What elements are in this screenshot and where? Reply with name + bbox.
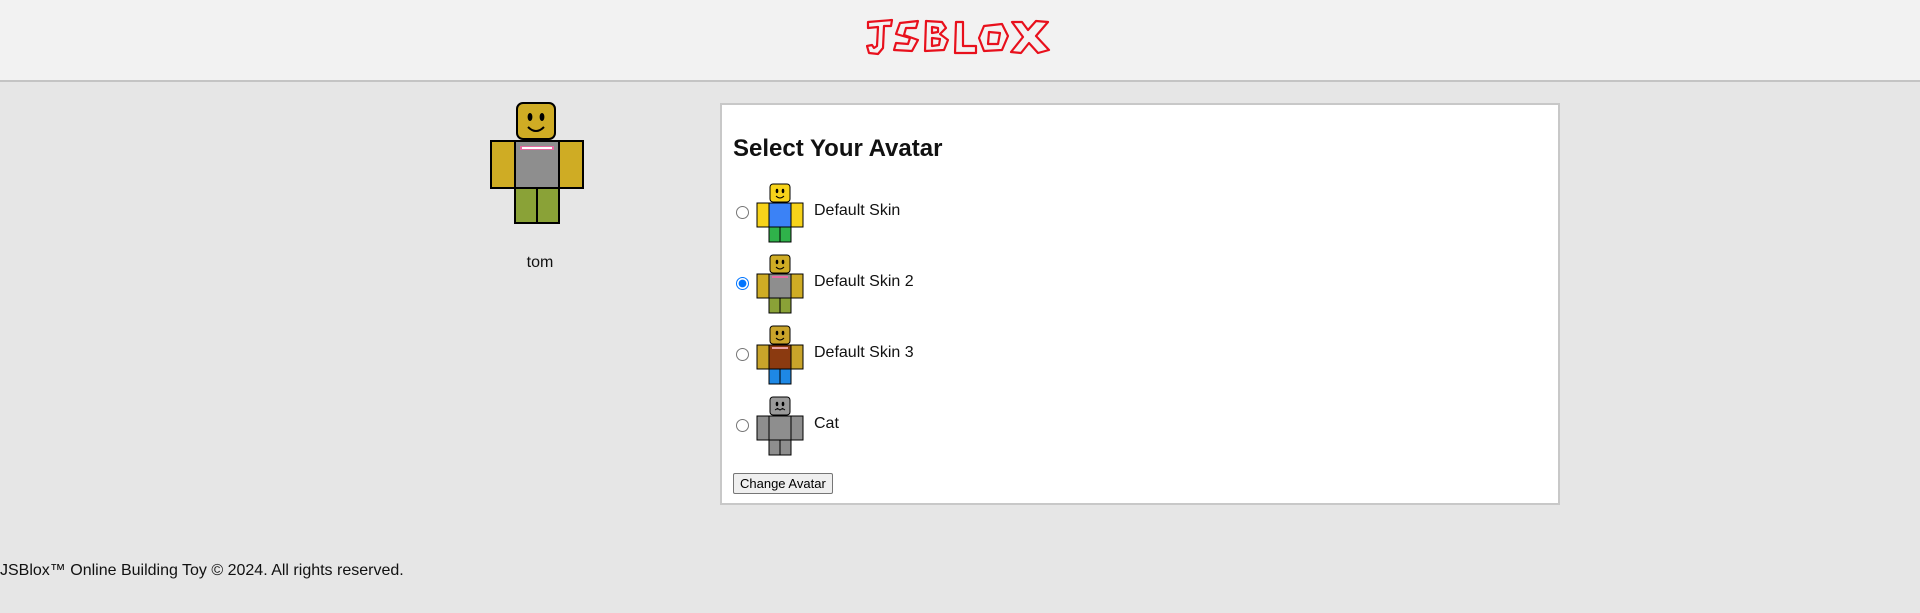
cat-avatar-icon [756, 396, 804, 456]
site-header [0, 0, 1920, 82]
jsblox-logo[interactable] [866, 16, 1052, 58]
default-skin-avatar-icon [756, 183, 804, 243]
avatar-radio-default-skin-2[interactable] [736, 277, 749, 290]
avatar-selection-panel: Select Your Avatar Default Skin Default … [720, 103, 1560, 505]
panel-title: Select Your Avatar [733, 135, 943, 162]
default-skin-2-avatar-icon [756, 254, 804, 314]
avatar-radio-cat[interactable] [736, 419, 749, 432]
default-skin-3-avatar-icon [756, 325, 804, 385]
avatar-option-default-skin-2[interactable]: Default Skin 2 [736, 254, 1136, 314]
avatar-radio-default-skin-3[interactable] [736, 348, 749, 361]
avatar-option-label: Default Skin 3 [814, 344, 914, 361]
avatar-option-default-skin-3[interactable]: Default Skin 3 [736, 325, 1136, 385]
username-label: tom [526, 254, 554, 271]
avatar-radio-default-skin[interactable] [736, 206, 749, 219]
avatar-option-cat[interactable]: Cat [736, 396, 1136, 456]
avatar-option-label: Default Skin 2 [814, 273, 914, 290]
avatar-option-default-skin[interactable]: Default Skin [736, 183, 1136, 243]
avatar-option-label: Default Skin [814, 202, 901, 219]
avatar-option-label: Cat [814, 415, 839, 432]
change-avatar-button[interactable]: Change Avatar [733, 473, 833, 494]
current-avatar-image [490, 102, 584, 224]
footer-copyright: JSBlox™ Online Building Toy © 2024. All … [0, 562, 404, 579]
